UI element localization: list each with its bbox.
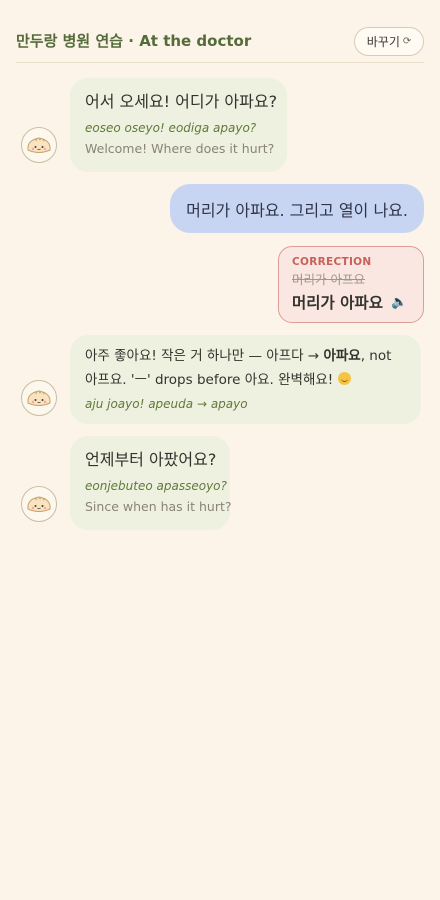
dumpling-icon [27, 137, 51, 153]
smiling-face-icon [337, 372, 351, 385]
correction-right-text: 머리가 아파요 [292, 294, 383, 312]
correction-card: CORRECTION 머리가 아프요 머리가 아파요 🔈 [278, 246, 424, 323]
tutor-message-bubble: 어서 오세요! 어디가 아파요? eoseo oseyo! eodiga apa… [70, 78, 287, 172]
tutor-feedback-text: 아주 좋아요! 작은 거 하나만 — 아프다 → 아파요, not 아프요. '… [85, 344, 406, 392]
tutor-message-korean: 어서 오세요! 어디가 아파요? [85, 92, 278, 111]
dumpling-avatar [21, 486, 57, 522]
feedback-prefix: 아주 좋아요! 작은 거 하나만 — 아프다 → [85, 348, 324, 364]
user-message-text: 머리가 아파요. 그리고 열이 나요. [186, 200, 408, 220]
tutor-message-bubble: 언제부터 아팠어요? eonjebuteo apasseoyo? Since w… [70, 436, 232, 530]
switch-scenario-button[interactable]: 바꾸기 ⟳ [354, 27, 424, 56]
speaker-icon[interactable]: 🔈 [391, 295, 407, 310]
tutor-feedback-bubble: 아주 좋아요! 작은 거 하나만 — 아프다 → 아파요, not 아프요. '… [70, 335, 421, 424]
dumpling-avatar [21, 127, 57, 163]
tutor-message-romanization: eoseo oseyo! eodiga apayo? [85, 121, 257, 135]
feedback-bold: 아파요 [323, 348, 361, 364]
correction-label: CORRECTION [292, 256, 372, 268]
refresh-icon: ⟳ [402, 36, 412, 47]
tutor-message-english: Welcome! Where does it hurt? [85, 141, 275, 156]
correction-right-row: 머리가 아파요 🔈 [292, 291, 410, 313]
dumpling-icon [27, 496, 51, 512]
user-message-bubble: 머리가 아파요. 그리고 열이 나요. [170, 184, 424, 233]
page-title: 만두랑 병원 연습 · At the doctor [16, 32, 252, 50]
chat-header: 만두랑 병원 연습 · At the doctor 바꾸기 ⟳ [16, 24, 424, 63]
dumpling-icon [27, 390, 51, 406]
tutor-message-korean: 언제부터 아팠어요? [85, 450, 217, 469]
switch-button-label: 바꾸기 [366, 35, 400, 49]
tutor-message-english: Since when has it hurt? [85, 499, 232, 514]
tutor-message-romanization: eonjebuteo apasseoyo? [85, 479, 227, 493]
tutor-feedback-romanization: aju joayo! apeuda → apayo [85, 397, 248, 411]
dumpling-avatar [21, 380, 57, 416]
correction-wrong-text: 머리가 아프요 [292, 272, 365, 287]
